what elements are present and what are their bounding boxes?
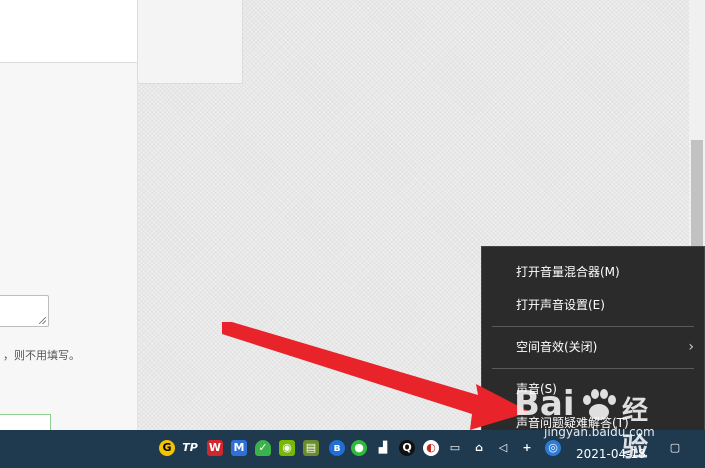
arrow-shape xyxy=(222,322,530,430)
baidu-jingyan-watermark: Bai 经验 jingyan.baidu.com xyxy=(514,384,664,463)
baidu-paw-icon xyxy=(583,389,616,420)
watermark-url: jingyan.baidu.com xyxy=(544,425,655,439)
watermark-logo-text: Bai xyxy=(514,384,575,424)
